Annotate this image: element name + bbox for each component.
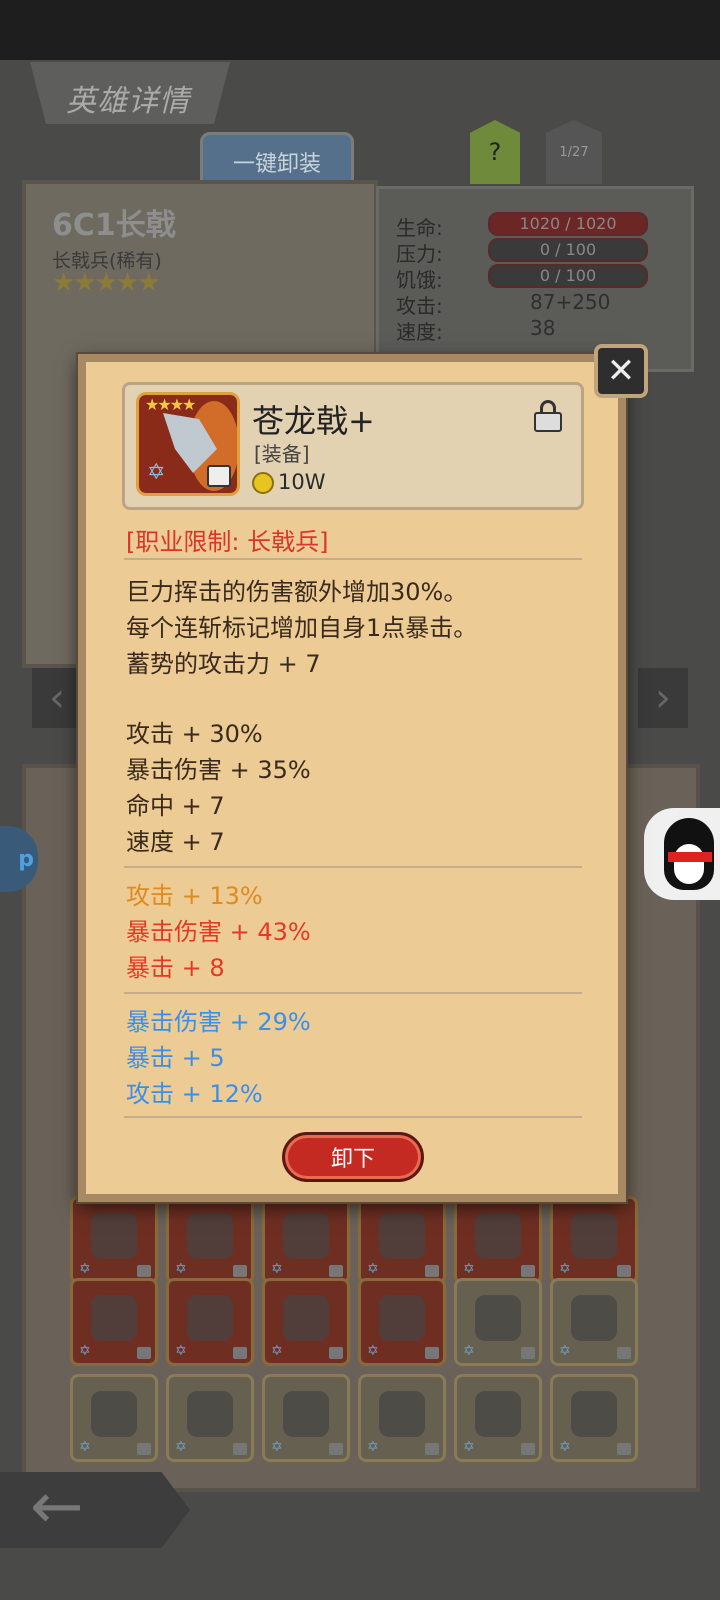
inventory-slot[interactable]: ✡	[454, 1196, 542, 1284]
stat-label-hp: 生命:	[396, 216, 443, 240]
hero-name: 6C1长戟	[52, 208, 176, 243]
base-stat-line: 速度 + 7	[126, 828, 225, 856]
divider	[124, 558, 582, 560]
inventory-slot[interactable]: ✡	[358, 1278, 446, 1366]
item-name: 苍龙戟+	[252, 402, 375, 440]
inventory-slot[interactable]: ✡	[454, 1278, 542, 1366]
status-bar	[0, 0, 720, 60]
bonus-stat-orange: 攻击 + 13%	[126, 882, 263, 910]
hero-stars: ★★★★★	[52, 268, 161, 298]
bonus-stat-blue: 暴击伤害 + 29%	[126, 1008, 311, 1036]
inventory-slot[interactable]: ✡	[166, 1196, 254, 1284]
base-stat-line: 暴击伤害 + 35%	[126, 756, 311, 784]
inventory-slot[interactable]: ✡	[550, 1374, 638, 1462]
lock-icon[interactable]	[534, 400, 562, 432]
inventory-slot[interactable]: ✡	[70, 1374, 158, 1462]
coin-icon	[252, 472, 274, 494]
next-hero-arrow-icon[interactable]: ›	[638, 668, 688, 728]
class-restriction: [职业限制: 长戟兵]	[126, 528, 329, 556]
page-title: 英雄详情	[66, 84, 190, 119]
inventory-slot[interactable]: ✡	[262, 1374, 350, 1462]
stat-label-attack: 攻击:	[396, 294, 443, 318]
divider	[124, 866, 582, 868]
bonus-stat-red: 暴击伤害 + 43%	[126, 918, 311, 946]
back-arrow-icon[interactable]: ←	[0, 1472, 190, 1548]
stat-label-stress: 压力:	[396, 242, 443, 266]
stat-label-speed: 速度:	[396, 320, 443, 344]
qq-penguin-icon[interactable]	[644, 808, 720, 900]
inventory-slot[interactable]: ✡	[166, 1278, 254, 1366]
stat-label-hunger: 饥饿:	[396, 268, 443, 292]
item-price: 10W	[278, 470, 326, 494]
inventory-slot[interactable]: ✡	[358, 1374, 446, 1462]
stat-value-speed: 38	[530, 316, 556, 340]
inventory-slot[interactable]: ✡	[70, 1196, 158, 1284]
inventory-slot[interactable]: ✡	[262, 1196, 350, 1284]
inventory-slot[interactable]: ✡	[358, 1196, 446, 1284]
inventory-slot[interactable]: ✡	[262, 1278, 350, 1366]
prev-hero-arrow-icon[interactable]: ‹	[32, 668, 82, 728]
description-line: 每个连斩标记增加自身1点暴击。	[126, 614, 478, 642]
stat-value-attack: 87+250	[530, 290, 611, 314]
inventory-slot[interactable]: ✡	[550, 1196, 638, 1284]
bonus-stat-blue: 攻击 + 12%	[126, 1080, 263, 1108]
close-x-icon[interactable]: ✕	[594, 344, 648, 398]
page-indicator[interactable]: 1/27	[546, 120, 602, 184]
description-line: 巨力挥击的伤害额外增加30%。	[126, 578, 468, 606]
item-type: [装备]	[254, 442, 310, 466]
bonus-stat-blue: 暴击 + 5	[126, 1044, 225, 1072]
base-stat-line: 命中 + 7	[126, 792, 225, 820]
divider	[124, 1116, 582, 1118]
inventory-slot[interactable]: ✡	[166, 1374, 254, 1462]
description-line: 蓄势的攻击力 + 7	[126, 650, 321, 678]
inventory-slot[interactable]: ✡	[550, 1278, 638, 1366]
inventory-slot[interactable]: ✡	[454, 1374, 542, 1462]
bonus-stat-red: 暴击 + 8	[126, 954, 225, 982]
stat-bar-stress: 0 / 100	[488, 238, 648, 262]
base-stat-line: 攻击 + 30%	[126, 720, 263, 748]
stat-bar-hp: 1020 / 1020	[488, 212, 648, 236]
halberd-item-icon: ★★★★ ✡	[136, 392, 240, 496]
unequip-button[interactable]: 卸下	[282, 1132, 424, 1182]
stat-bar-hunger: 0 / 100	[488, 264, 648, 288]
help-button[interactable]: ?	[470, 120, 520, 184]
divider	[124, 992, 582, 994]
inventory-slot[interactable]: ✡	[70, 1278, 158, 1366]
